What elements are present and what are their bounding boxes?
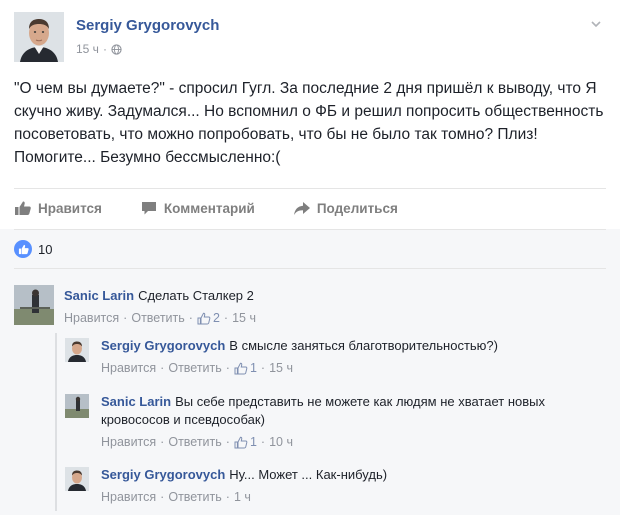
separator: ·: [160, 490, 165, 504]
globe-icon: [111, 43, 122, 55]
reactions-summary[interactable]: 10: [14, 240, 52, 258]
separator: ·: [225, 490, 230, 504]
post-timestamp[interactable]: 15 ч: [76, 42, 99, 56]
comment-text: Ну... Может ... Как-нибудь): [229, 467, 388, 482]
post-header: Sergiy Grygorovych 15 ч ·: [14, 12, 606, 64]
commenter-avatar[interactable]: [65, 394, 89, 418]
reply-thread-line: [55, 333, 57, 511]
comment-reply-link[interactable]: Ответить: [168, 490, 221, 504]
reply-comment: Sergiy Grygorovych В смысле заняться благ…: [101, 337, 606, 375]
reply-comment: Sergiy Grygorovych Ну... Может ... Как-ни…: [101, 466, 606, 504]
separator: ·: [225, 361, 230, 375]
comment-icon: [141, 202, 156, 215]
comment-like-count[interactable]: 2: [197, 311, 220, 325]
post-meta: 15 ч ·: [76, 42, 122, 56]
comment-author[interactable]: Sanic Larin: [101, 394, 171, 409]
comment-reply-link[interactable]: Ответить: [168, 361, 221, 375]
separator: ·: [160, 435, 165, 449]
separator: ·: [260, 361, 266, 375]
comment-like-link[interactable]: Нравится: [101, 490, 156, 504]
comment-text: В смысле заняться благотворительностью?): [229, 338, 498, 353]
commenter-avatar[interactable]: [65, 467, 89, 491]
separator: ·: [160, 361, 165, 375]
separator: ·: [223, 311, 229, 325]
comment-author[interactable]: Sergiy Grygorovych: [101, 467, 225, 482]
thumbs-up-outline-icon: [234, 362, 248, 374]
comment-text: Сделать Сталкер 2: [138, 288, 254, 303]
post-action-bar: Нравится Комментарий Поделиться: [14, 196, 606, 220]
commenter-avatar[interactable]: [14, 285, 54, 325]
thumbs-up-outline-icon: [234, 436, 248, 448]
comment-reply-link[interactable]: Ответить: [131, 311, 184, 325]
like-count-value: 1: [249, 361, 257, 375]
separator: ·: [123, 311, 128, 325]
divider: [14, 229, 606, 230]
divider: [14, 268, 606, 269]
thumbs-up-outline-icon: [197, 312, 211, 324]
comment-timestamp[interactable]: 10 ч: [269, 435, 293, 449]
like-button-label: Нравится: [38, 200, 102, 216]
comment-like-link[interactable]: Нравится: [64, 311, 119, 325]
comment-reply-link[interactable]: Ответить: [168, 435, 221, 449]
comment-button[interactable]: Комментарий: [140, 200, 255, 216]
separator: ·: [260, 435, 266, 449]
divider: [14, 188, 606, 189]
separator: ·: [225, 435, 230, 449]
comment-timestamp[interactable]: 1 ч: [234, 490, 251, 504]
share-button[interactable]: Поделиться: [293, 200, 398, 216]
share-arrow-icon: [293, 202, 310, 215]
comment-author[interactable]: Sergiy Grygorovych: [101, 338, 225, 353]
comment-like-count[interactable]: 1: [234, 435, 257, 449]
separator: ·: [188, 311, 193, 325]
comment-timestamp[interactable]: 15 ч: [232, 311, 256, 325]
post-body-text: "О чем вы думаете?" - спросил Гугл. За п…: [14, 80, 604, 166]
commenter-avatar[interactable]: [65, 338, 89, 362]
comment: Sanic Larin Сделать Сталкер 2 Нравится · …: [64, 287, 604, 325]
comment-author[interactable]: Sanic Larin: [64, 288, 134, 303]
thumbs-up-icon: [15, 201, 31, 215]
like-count-value: 2: [212, 311, 220, 325]
post-author-name[interactable]: Sergiy Grygorovych: [76, 17, 219, 34]
comment-like-link[interactable]: Нравится: [101, 361, 156, 375]
chevron-down-icon[interactable]: [590, 18, 602, 30]
comment-like-count[interactable]: 1: [234, 361, 257, 375]
share-button-label: Поделиться: [316, 200, 398, 216]
author-avatar[interactable]: [14, 12, 64, 62]
comment-timestamp[interactable]: 15 ч: [269, 361, 293, 375]
like-icon: [14, 240, 32, 258]
comment-button-label: Комментарий: [163, 200, 255, 216]
reactions-count: 10: [38, 241, 53, 257]
comment-like-link[interactable]: Нравится: [101, 435, 156, 449]
meta-separator: ·: [102, 42, 107, 56]
reply-comment: Sanic Larin Вы себе представить не можете…: [101, 393, 571, 449]
like-button[interactable]: Нравится: [14, 200, 102, 216]
like-count-value: 1: [249, 435, 257, 449]
